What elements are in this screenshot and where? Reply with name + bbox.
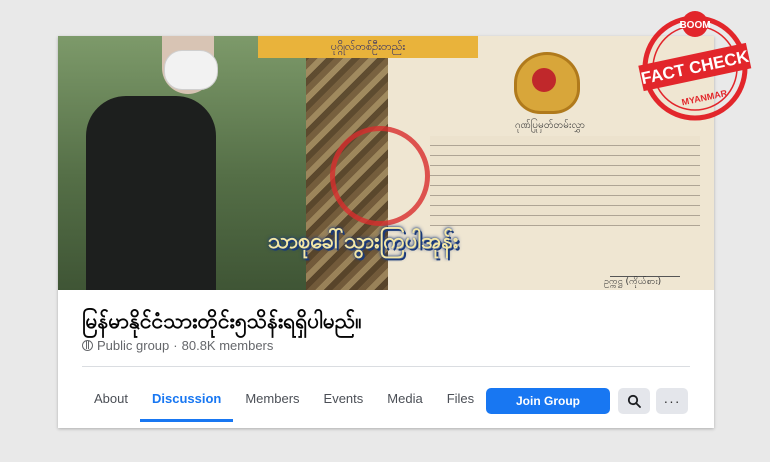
facebook-group-card: ဂုဏ်ပြုမှတ်တမ်းလွှာ ဥက္ကဋ္ဌ (ကိုယ်စား) ပ… [58,36,714,428]
meta-separator: · [173,338,178,353]
tab-events[interactable]: Events [312,374,376,422]
certificate-body-text [430,136,700,226]
tab-media[interactable]: Media [375,374,434,422]
divider [82,366,690,367]
group-member-count: 80.8K members [181,338,274,353]
tab-about[interactable]: About [82,374,140,422]
group-privacy: Public group [97,338,170,353]
search-icon [627,394,641,408]
emblem-center [532,68,556,92]
cover-top-caption: ပုဂ္ဂိုလ်တစ်ဦးတည်း [258,36,478,58]
group-tabs: About Discussion Members Events Media Fi… [82,374,486,422]
face-mask [164,50,218,90]
globe-icon [82,340,93,351]
tab-files[interactable]: Files [435,374,486,422]
tab-discussion[interactable]: Discussion [139,374,234,422]
more-dots-icon: ··· [663,393,681,409]
group-meta: Public group · 80.8K members [82,338,273,353]
more-options-button[interactable]: ··· [656,388,688,414]
signature-label: ဥက္ကဋ္ဌ (ကိုယ်စား) [604,277,662,287]
group-title: မြန်မာနိုင်ငံသားတိုင်း၅သိန်းရရှိပါမည်။ [82,309,362,333]
join-group-button[interactable]: Join Group [486,388,610,414]
boom-fact-check-badge: BOOM FACT CHECK MYANMAR [638,11,752,121]
tab-members[interactable]: Members [233,374,311,422]
red-stamp [330,126,430,226]
cover-photo: ဂုဏ်ပြုမှတ်တမ်းလွှာ ဥက္ကဋ္ဌ (ကိုယ်စား) ပ… [58,36,714,290]
certificate-heading: ဂုဏ်ပြုမှတ်တမ်းလွှာ [514,120,586,131]
badge-myanmar-text: MYANMAR [681,88,729,107]
signature [610,246,680,277]
cover-bottom-caption: သာစုခေါ်သွားကြပါအုန်း [267,229,459,254]
badge-boom-text: BOOM [679,20,710,31]
person-figure [86,96,216,290]
search-button[interactable] [618,388,650,414]
